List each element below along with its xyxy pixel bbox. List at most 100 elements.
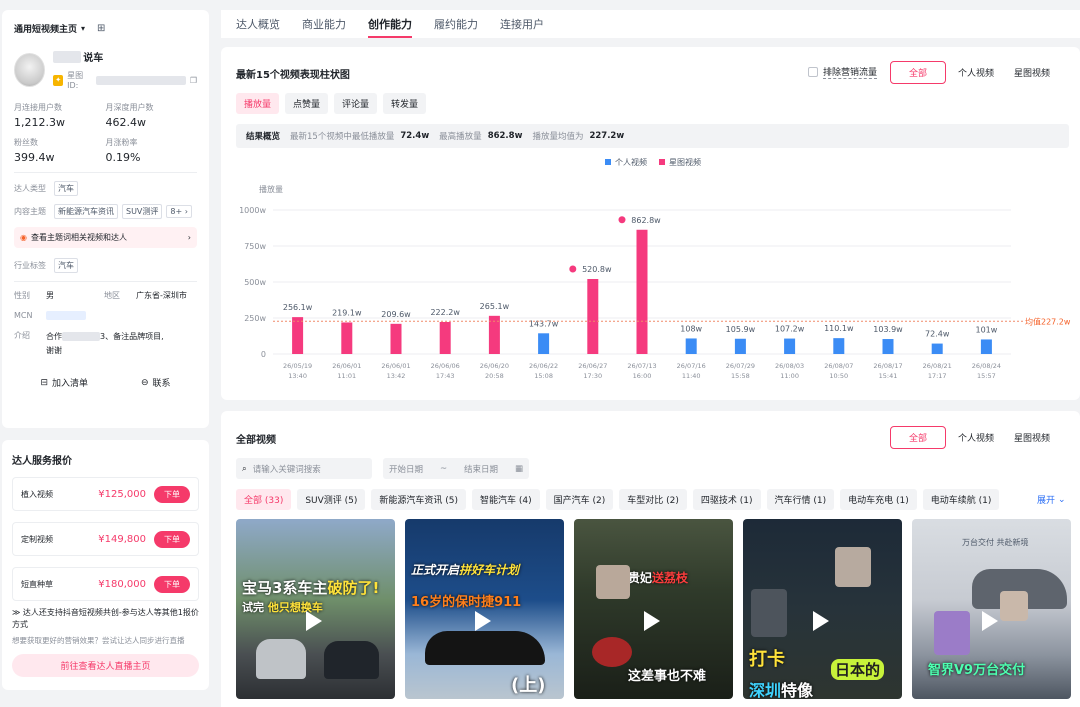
bar-value-label: 105.9w <box>726 325 756 334</box>
profile-card: 通用短视频主页 ▾ ⊞ 说车 ✦ 星图ID: ❐ 月连接用户数 1,212.3w … <box>2 10 209 428</box>
platform-select[interactable]: 通用短视频主页 ▾ ⊞ <box>14 22 197 35</box>
x-tick-date: 26/06/01 <box>332 362 361 370</box>
category-chip[interactable]: 新能源汽车资讯 (5) <box>371 489 467 510</box>
topic-banner-text: 查看主题词相关视频和达人 <box>30 233 127 242</box>
x-tick-date: 26/06/01 <box>381 362 410 370</box>
thumb-text: 智界V9万台交付 <box>928 663 1026 678</box>
tab-fulfillment[interactable]: 履约能力 <box>434 16 478 32</box>
topic-more-count: 8+ <box>170 207 183 216</box>
camera-rig <box>751 589 787 637</box>
order-button[interactable]: 下单 <box>154 530 190 548</box>
category-chip[interactable]: 电动车续航 (1) <box>922 489 1000 510</box>
category-chip[interactable]: 国产汽车 (2) <box>545 489 614 510</box>
y-tick-label: 500w <box>244 278 266 287</box>
x-tick-time: 13:40 <box>288 372 307 380</box>
search-input[interactable]: ⌕ 请输入关键词搜索 <box>236 458 372 479</box>
star-id-label: 星图ID: <box>67 71 84 90</box>
x-tick-date: 26/08/24 <box>972 362 1001 370</box>
metric-plays[interactable]: 播放量 <box>236 93 280 114</box>
x-tick-time: 15:57 <box>977 372 996 380</box>
mcn-label: MCN <box>14 311 33 320</box>
chart-card: 最新15个视频表现柱状图 排除营销流量 全部 个人视频 星图视频 播放量 点赞量… <box>221 47 1080 400</box>
summary-c: 播放量均值为 <box>532 132 584 142</box>
pricing-note-row[interactable]: ≫ 达人还支持抖音短视频共创-参与达人等其他1报价方式 <box>12 607 199 631</box>
videos-filter-xingtu[interactable]: 星图视频 <box>1006 427 1058 448</box>
video-thumbnail[interactable]: 正式开启拼好车计划 16岁的保时捷911 (上) <box>405 519 564 699</box>
gender-label: 性别 <box>14 291 30 300</box>
stat-value: 462.4w <box>105 116 147 129</box>
x-tick-time: 17:30 <box>583 372 602 380</box>
video-thumbnail[interactable]: 打卡 日本的 深圳特像 <box>743 519 902 699</box>
tab-connected-users[interactable]: 连接用户 <box>500 16 544 32</box>
bar <box>734 338 746 354</box>
tab-creation[interactable]: 创作能力 <box>368 16 412 38</box>
video-thumbnail[interactable]: 万台交付 共赴新境 智界V9万台交付 <box>912 519 1071 699</box>
x-tick-date: 26/07/13 <box>627 362 656 370</box>
contact-button[interactable]: ⊖ 联系 <box>140 376 171 390</box>
video-thumbnail[interactable]: 宝马3系车主破防了! 试完 他只想换车 <box>236 519 395 699</box>
bar-value-label: 143.7w <box>529 319 559 328</box>
legend-swatch <box>605 159 611 165</box>
bar <box>882 339 894 354</box>
bar <box>341 322 353 354</box>
summary-label: 结果概览 <box>246 132 281 142</box>
topic-more-button[interactable]: 8+ › <box>166 205 192 218</box>
order-button[interactable]: 下单 <box>154 485 190 503</box>
category-chip[interactable]: SUV测评 (5) <box>297 489 366 510</box>
chart-filter-personal[interactable]: 个人视频 <box>950 62 1002 83</box>
exclude-marketing-checkbox[interactable]: 排除营销流量 <box>808 65 878 79</box>
x-tick-time: 11:00 <box>780 372 799 380</box>
chevron-down-icon: ⌄ <box>1058 494 1066 505</box>
videos-filter-personal[interactable]: 个人视频 <box>950 427 1002 448</box>
bar <box>538 333 550 354</box>
x-tick-time: 10:50 <box>829 372 848 380</box>
videos-title: 全部视频 <box>236 435 276 446</box>
chat-icon: ⊖ <box>140 377 149 388</box>
copy-icon[interactable]: ❐ <box>190 76 197 85</box>
category-chip[interactable]: 四驱技术 (1) <box>692 489 761 510</box>
play-icon <box>306 611 322 631</box>
play-icon <box>644 611 660 631</box>
category-chip[interactable]: 全部 (33) <box>236 489 292 510</box>
category-chip[interactable]: 智能汽车 (4) <box>472 489 540 510</box>
price-item: 短直种草 ¥180,000 下单 <box>12 567 199 601</box>
metric-comments[interactable]: 评论量 <box>334 93 378 114</box>
tab-business[interactable]: 商业能力 <box>302 16 346 32</box>
play-icon <box>813 611 829 631</box>
chart-filter-xingtu[interactable]: 星图视频 <box>1006 62 1058 83</box>
topic-banner[interactable]: ◉ 查看主题词相关视频和达人 › <box>14 227 197 248</box>
chart-filter-all[interactable]: 全部 <box>890 61 947 84</box>
search-placeholder: 请输入关键词搜索 <box>252 464 321 475</box>
category-chip[interactable]: 车型对比 (2) <box>619 489 687 510</box>
grid-icon[interactable]: ⊞ <box>97 23 105 34</box>
thumb-text: 日本的 <box>831 659 885 680</box>
star-badge-icon: ✦ <box>53 74 64 86</box>
expand-label: 展开 <box>1037 496 1056 506</box>
order-button[interactable]: 下单 <box>154 575 190 593</box>
contact-label: 联系 <box>152 379 171 389</box>
metric-shares[interactable]: 转发量 <box>383 93 427 114</box>
chevron-right-icon: › <box>187 233 191 242</box>
thumb-text: 万台交付 共赴新境 <box>962 538 1029 547</box>
x-tick-date: 26/07/16 <box>677 362 706 370</box>
pricing-card: 达人服务报价 植入视频 ¥125,000 下单 定制视频 ¥149,800 下单 短… <box>2 440 209 690</box>
x-tick-time: 15:41 <box>879 372 898 380</box>
videos-filter-all[interactable]: 全部 <box>890 426 947 449</box>
category-chip[interactable]: 汽车行情 (1) <box>766 489 835 510</box>
bar <box>980 339 992 354</box>
video-thumbnail[interactable]: 杨贵妃送荔枝 这差事也不难 <box>574 519 733 699</box>
date-range-picker[interactable]: 开始日期 ~ 结束日期 ▦ <box>383 458 529 479</box>
live-homepage-button[interactable]: 前往查看达人直播主页 <box>12 654 199 677</box>
thumb-text: 正式开启 <box>411 563 460 577</box>
location-pin-icon: ◉ <box>20 233 27 242</box>
expand-button[interactable]: 展开 ⌄ <box>1037 493 1066 507</box>
industry-label: 行业标签 <box>14 261 46 270</box>
metric-likes[interactable]: 点赞量 <box>285 93 329 114</box>
add-list-button[interactable]: ⊟ 加入清单 <box>40 376 88 390</box>
thumb-text: 送荔枝 <box>652 571 689 585</box>
category-chip[interactable]: 电动车充电 (1) <box>840 489 917 510</box>
stat-label: 月深度用户数 <box>105 103 154 112</box>
tab-overview[interactable]: 达人概览 <box>236 16 280 32</box>
pricing-note: 达人还支持抖音短视频共创-参与达人等其他1报价方式 <box>12 608 199 629</box>
bar-chart: 个人视频 星图视频播放量 0 250w 500w 750w 1000w 256.1w 26/05… <box>239 157 1071 380</box>
